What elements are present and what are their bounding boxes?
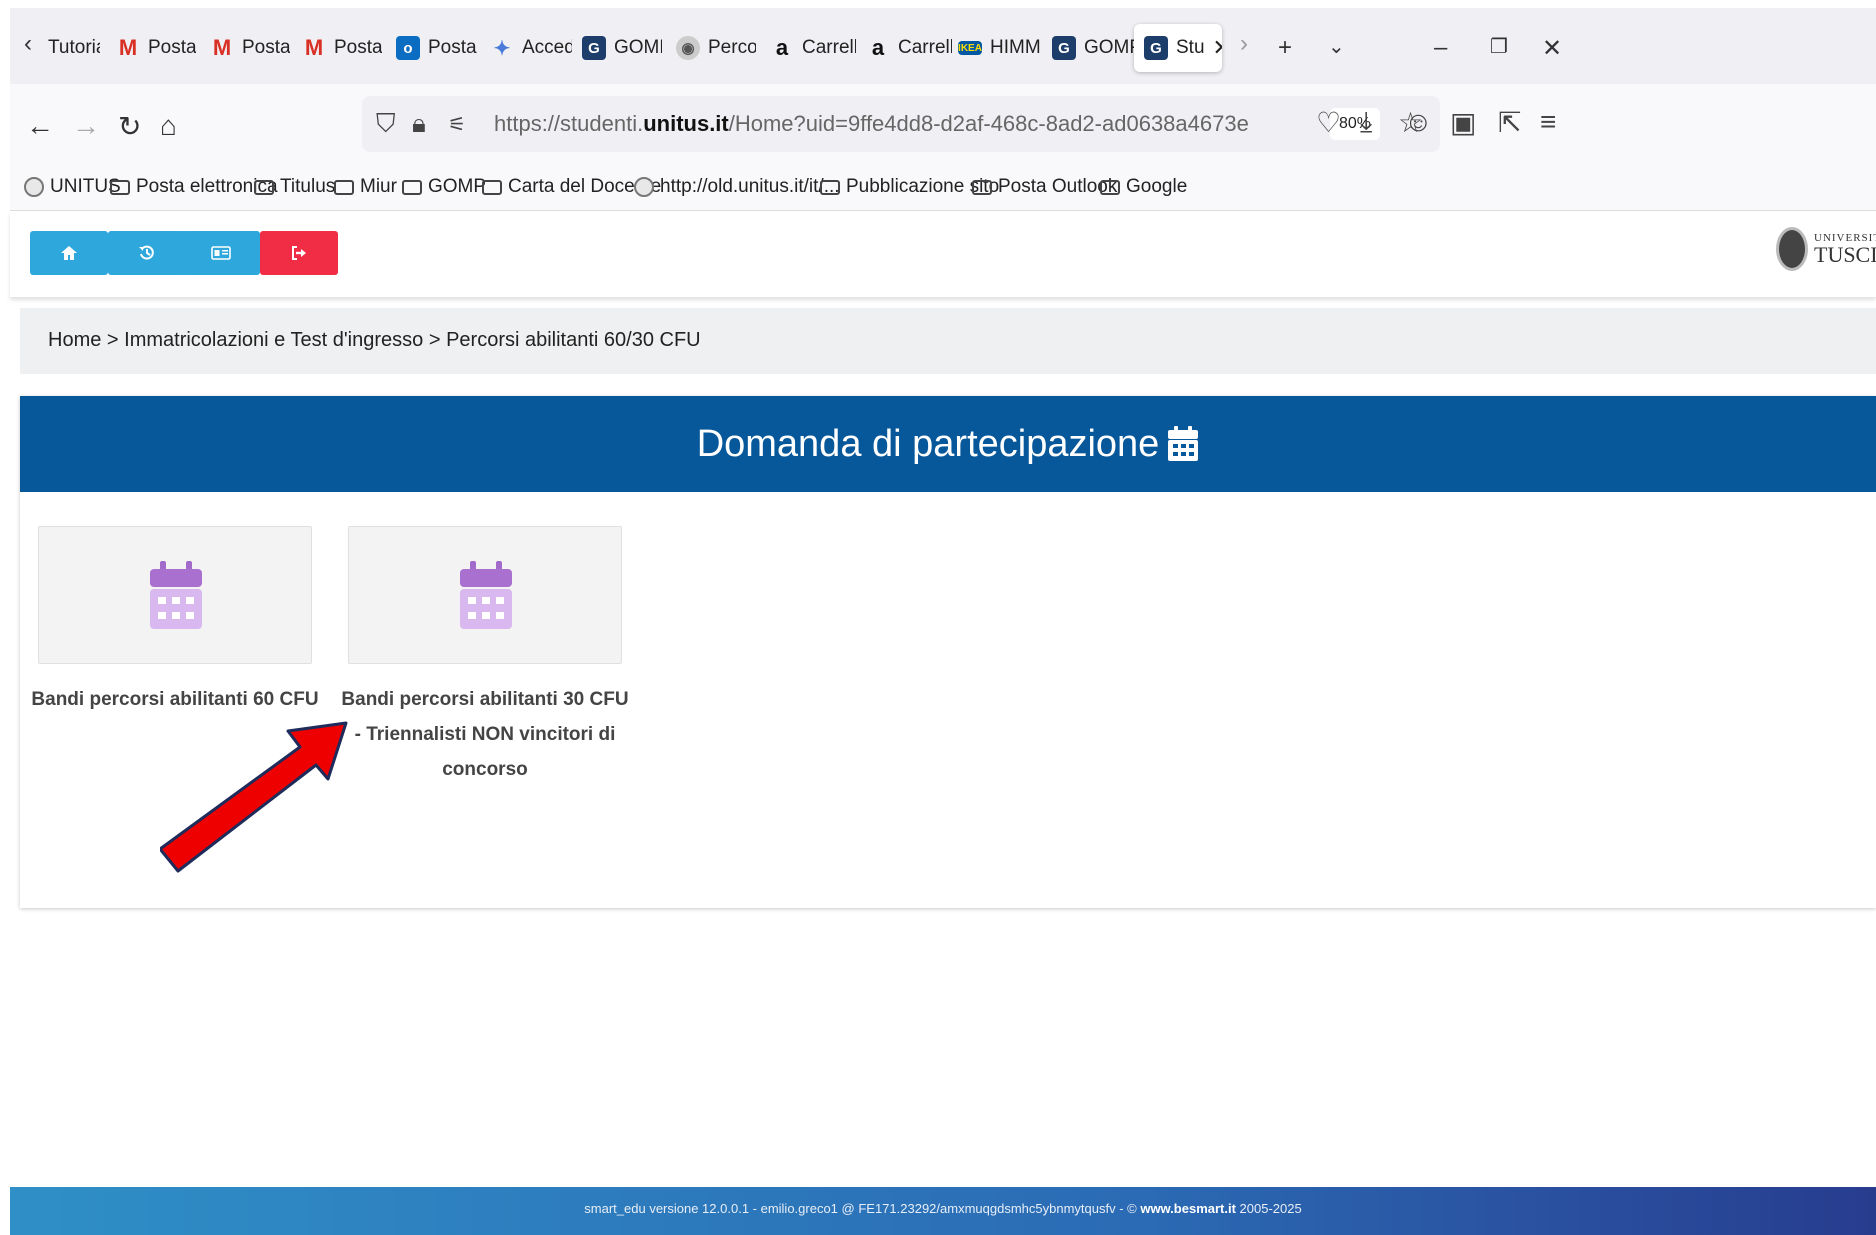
share-icon[interactable]: ⇱ xyxy=(1498,106,1521,139)
permissions-icon[interactable]: ⚟ xyxy=(448,112,466,137)
amazon-icon: a xyxy=(775,35,789,60)
breadcrumb: Home > Immatricolazioni e Test d'ingress… xyxy=(20,308,1876,374)
gomp-icon: G xyxy=(1144,36,1168,60)
logout-icon xyxy=(292,246,306,260)
bookmark-titulus[interactable]: Titulus xyxy=(254,176,335,198)
history-button[interactable] xyxy=(108,231,186,275)
back-icon[interactable]: ← xyxy=(26,110,54,142)
folder-icon xyxy=(972,179,992,195)
tile-30-cfu-label[interactable]: Bandi percorsi abilitanti 30 CFU - Trien… xyxy=(340,682,630,787)
tab[interactable]: Tutoria xyxy=(48,24,100,72)
unitus-seal-icon: ◉ xyxy=(676,36,700,60)
tab[interactable]: G GOMP xyxy=(582,24,662,72)
navigation-bar: ← → ↻ ⌂ ⛉ 🔒︎ ⚟ https://studenti.unitus.i… xyxy=(10,84,1876,170)
butterfly-icon: ✦ xyxy=(493,37,511,60)
gmail-icon: M xyxy=(212,35,232,60)
shield-icon[interactable]: ⛉ xyxy=(376,108,396,140)
tab[interactable]: M Posta i xyxy=(116,24,196,72)
bookmarks-bar: UNITUS Posta elettronica Titulus Miur GO… xyxy=(10,170,1876,211)
account-icon[interactable]: ☺ xyxy=(1404,106,1433,138)
home-button[interactable] xyxy=(30,231,108,275)
tile-30-cfu[interactable] xyxy=(348,526,622,664)
ikea-icon: IKEA xyxy=(958,41,982,55)
restore-icon[interactable]: ❐ xyxy=(1490,34,1508,59)
new-tab-icon[interactable]: + xyxy=(1278,34,1292,62)
footer-version-text: smart_edu versione 12.0.0.1 - emilio.gre… xyxy=(584,1201,1141,1216)
tab-active[interactable]: G Stu ✕ xyxy=(1134,24,1222,72)
breadcrumb-text[interactable]: Home > Immatricolazioni e Test d'ingress… xyxy=(48,329,701,352)
id-card-button[interactable] xyxy=(182,231,260,275)
unitus-seal-icon xyxy=(24,177,44,197)
lock-icon[interactable]: 🔒︎ xyxy=(412,108,426,140)
browser-window: ‹ Tutoria M Posta i M Posta i M Posta i … xyxy=(10,0,1876,1235)
tab[interactable]: a Carrell xyxy=(770,24,856,72)
calendar-icon xyxy=(150,561,202,629)
tab-bar: ‹ Tutoria M Posta i M Posta i M Posta i … xyxy=(10,8,1876,84)
tab[interactable]: M Posta i xyxy=(210,24,290,72)
page-content: UNIVERSITÀ TUSCIA Home > Immatricolazion… xyxy=(10,211,1876,1235)
id-card-icon xyxy=(211,246,231,260)
app-toolbar: UNIVERSITÀ TUSCIA xyxy=(10,211,1876,297)
bookmark-miur[interactable]: Miur xyxy=(334,176,397,198)
footer-link[interactable]: www.besmart.it xyxy=(1140,1201,1236,1216)
footer-years: 2005-2025 xyxy=(1235,1201,1302,1216)
extension-icon[interactable]: ▣ xyxy=(1450,106,1476,139)
folder-icon xyxy=(402,179,422,195)
tab[interactable]: ✦ Accedi xyxy=(490,24,572,72)
bookmark-posta-outlook[interactable]: Posta Outlook xyxy=(972,176,1117,198)
bookmark-gomp[interactable]: GOMP xyxy=(402,176,486,198)
card-title: Domanda di partecipazione xyxy=(696,422,1160,465)
bookmark-google[interactable]: Google xyxy=(1100,176,1187,198)
tab[interactable]: G GOMP xyxy=(1052,24,1134,72)
close-window-icon[interactable]: ✕ xyxy=(1542,34,1562,63)
tile-60-cfu[interactable] xyxy=(38,526,312,664)
calendar-icon xyxy=(460,561,512,629)
bookmark-posta-elettronica[interactable]: Posta elettronica xyxy=(110,176,278,198)
tile-60-cfu-label[interactable]: Bandi percorsi abilitanti 60 CFU xyxy=(30,682,320,717)
tab-scroll-right-icon[interactable]: › xyxy=(1240,30,1248,58)
gmail-icon: M xyxy=(118,35,138,60)
gmail-icon: M xyxy=(304,35,324,60)
tab-list-icon[interactable]: ⌄ xyxy=(1328,34,1345,59)
tab-scroll-left-icon[interactable]: ‹ xyxy=(24,30,32,58)
folder-icon xyxy=(254,179,274,195)
logout-button[interactable] xyxy=(260,231,338,275)
pocket-icon[interactable]: ♡ xyxy=(1316,106,1341,139)
folder-icon xyxy=(110,179,130,195)
tab[interactable]: ◉ Percors xyxy=(676,24,756,72)
url-text[interactable]: https://studenti.unitus.it/Home?uid=9ffe… xyxy=(494,111,1249,137)
tab[interactable]: o Posta - xyxy=(396,24,478,72)
download-icon[interactable]: ⤓ xyxy=(1360,106,1372,139)
minimize-icon[interactable]: – xyxy=(1434,34,1447,62)
reload-icon[interactable]: ↻ xyxy=(118,110,141,143)
gomp-icon: G xyxy=(582,36,606,60)
calendar-icon xyxy=(1168,426,1199,461)
tab[interactable]: a Carrell xyxy=(866,24,952,72)
outlook-icon: o xyxy=(396,36,420,60)
folder-icon xyxy=(820,179,840,195)
folder-icon xyxy=(334,179,354,195)
university-seal-icon xyxy=(1776,227,1808,271)
close-tab-icon[interactable]: ✕ xyxy=(1213,35,1222,61)
page-footer: smart_edu versione 12.0.0.1 - emilio.gre… xyxy=(10,1187,1876,1235)
gomp-icon: G xyxy=(1052,36,1076,60)
globe-icon xyxy=(634,177,654,197)
tab[interactable]: M Posta i xyxy=(302,24,382,72)
card-header: Domanda di partecipazione xyxy=(20,396,1876,492)
red-arrow-annotation xyxy=(160,721,348,873)
bookmark-unitus[interactable]: UNITUS xyxy=(24,176,121,198)
tab[interactable]: IKEA HIMM xyxy=(958,24,1044,72)
menu-icon[interactable]: ≡ xyxy=(1540,106,1556,138)
university-logo: UNIVERSITÀ TUSCIA xyxy=(1776,227,1876,271)
forward-icon[interactable]: → xyxy=(72,110,100,142)
home-icon xyxy=(61,246,77,260)
bookmark-old-unitus[interactable]: http://old.unitus.it/it/... xyxy=(634,176,840,198)
history-icon xyxy=(139,245,154,260)
url-bar[interactable]: ⛉ 🔒︎ ⚟ https://studenti.unitus.it/Home?u… xyxy=(362,96,1440,152)
folder-icon xyxy=(482,179,502,195)
folder-icon xyxy=(1100,179,1120,195)
home-icon[interactable]: ⌂ xyxy=(160,110,177,142)
amazon-icon: a xyxy=(871,35,885,60)
